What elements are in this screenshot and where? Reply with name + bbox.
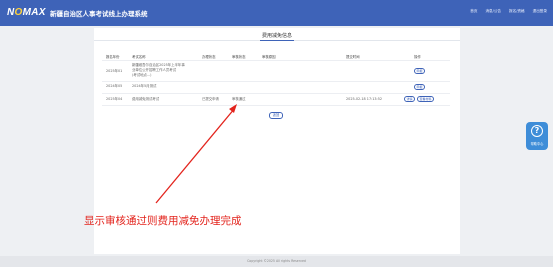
help-center-button[interactable]: ? 帮助中心 <box>526 122 548 150</box>
help-icon: ? <box>531 125 543 137</box>
annotation-arrow <box>155 104 237 204</box>
annotation-text: 显示审核通过则费用减免办理完成 <box>84 215 242 227</box>
copyright: Copyright ©2025 All rights Reserved <box>247 259 306 263</box>
footer: Copyright ©2025 All rights Reserved <box>0 256 553 267</box>
help-label: 帮助中心 <box>530 142 544 146</box>
